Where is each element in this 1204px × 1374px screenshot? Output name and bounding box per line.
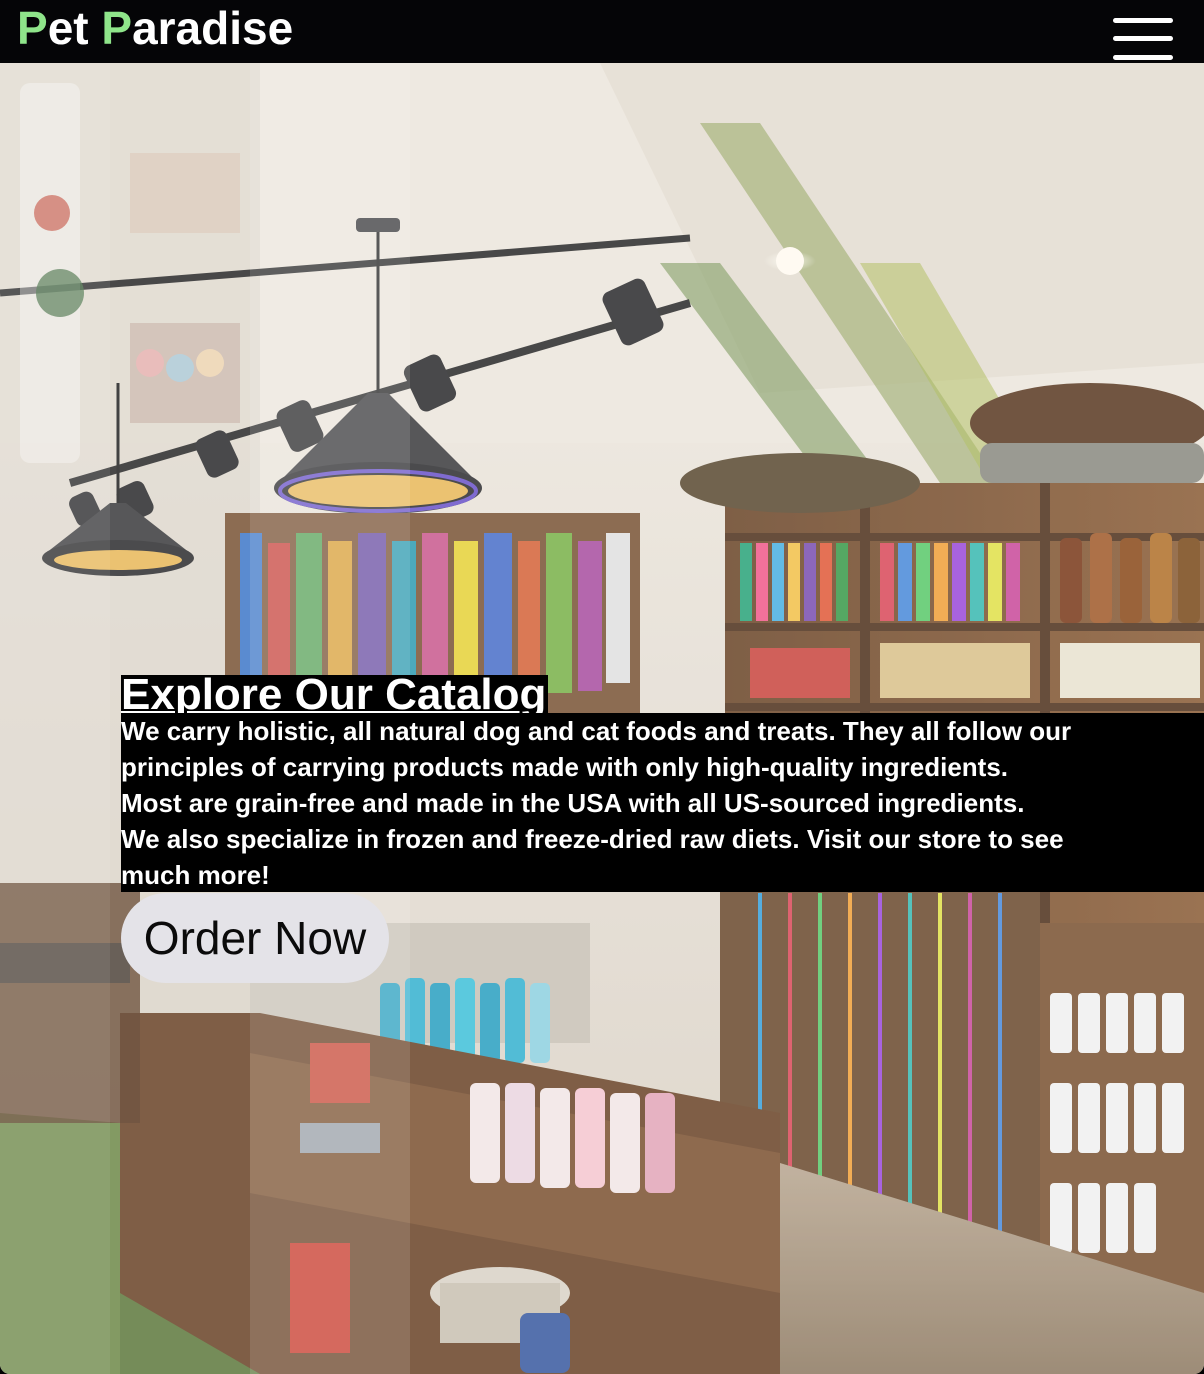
menu-bar — [1113, 18, 1173, 23]
page: Pet Paradise Explore Our Catalog We carr… — [0, 0, 1204, 1374]
catalog-description: We carry holistic, all natural dog and c… — [121, 713, 1204, 892]
catalog-heading: Explore Our Catalog — [121, 670, 549, 720]
description-line: We also specialize in frozen and freeze-… — [121, 824, 1064, 854]
navbar: Pet Paradise — [0, 0, 1204, 63]
menu-bar — [1113, 55, 1173, 60]
brand-initial-p-2: P — [101, 2, 133, 54]
brand-logo[interactable]: Pet Paradise — [17, 2, 293, 54]
brand-initial-p: P — [17, 2, 48, 54]
brand-word-et: et — [47, 2, 102, 54]
brand-word-aradise: aradise — [132, 2, 294, 54]
order-now-button[interactable]: Order Now — [121, 893, 389, 983]
description-line: Most are grain-free and made in the USA … — [121, 788, 1025, 818]
description-line: much more! — [121, 860, 270, 890]
menu-bar — [1113, 36, 1173, 41]
description-line: We carry holistic, all natural dog and c… — [121, 716, 1072, 746]
hamburger-menu-icon[interactable] — [1113, 18, 1175, 62]
description-line: principles of carrying products made wit… — [121, 752, 1008, 782]
